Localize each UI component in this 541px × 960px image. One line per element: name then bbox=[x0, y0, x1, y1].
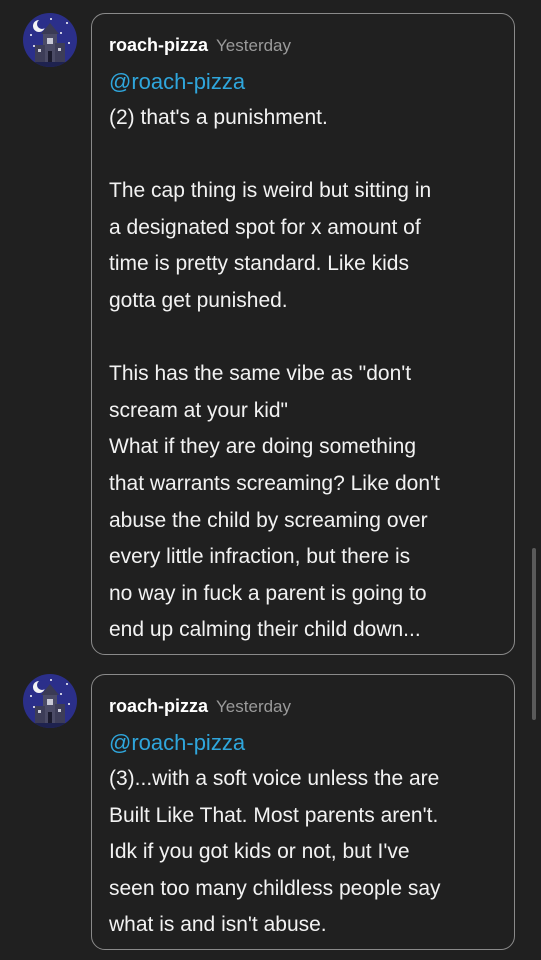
reply-bubble: roach-pizza Yesterday @roach-pizza (2) th… bbox=[91, 13, 515, 655]
username-link[interactable]: roach-pizza bbox=[109, 35, 208, 55]
mention-link[interactable]: @roach-pizza bbox=[109, 729, 245, 757]
timestamp: Yesterday bbox=[216, 697, 292, 716]
avatar[interactable] bbox=[23, 13, 77, 67]
reply-bubble: roach-pizza Yesterday @roach-pizza (3)...… bbox=[91, 674, 515, 950]
reply-header: roach-pizza Yesterday bbox=[109, 34, 291, 58]
mention-link[interactable]: @roach-pizza bbox=[109, 68, 245, 96]
avatar[interactable] bbox=[23, 674, 77, 728]
reply-body: (2) that's a punishment. The cap thing i… bbox=[109, 106, 440, 642]
scrollbar-thumb[interactable] bbox=[532, 548, 536, 720]
username-link[interactable]: roach-pizza bbox=[109, 696, 208, 716]
haunted-house-night-icon bbox=[23, 674, 77, 728]
reply-header: roach-pizza Yesterday bbox=[109, 695, 291, 719]
haunted-house-night-icon bbox=[23, 13, 77, 67]
reply-body: (3)...with a soft voice unless the are B… bbox=[109, 767, 441, 937]
timestamp: Yesterday bbox=[216, 36, 292, 55]
reply-feed: roach-pizza Yesterday @roach-pizza (2) th… bbox=[0, 0, 541, 960]
